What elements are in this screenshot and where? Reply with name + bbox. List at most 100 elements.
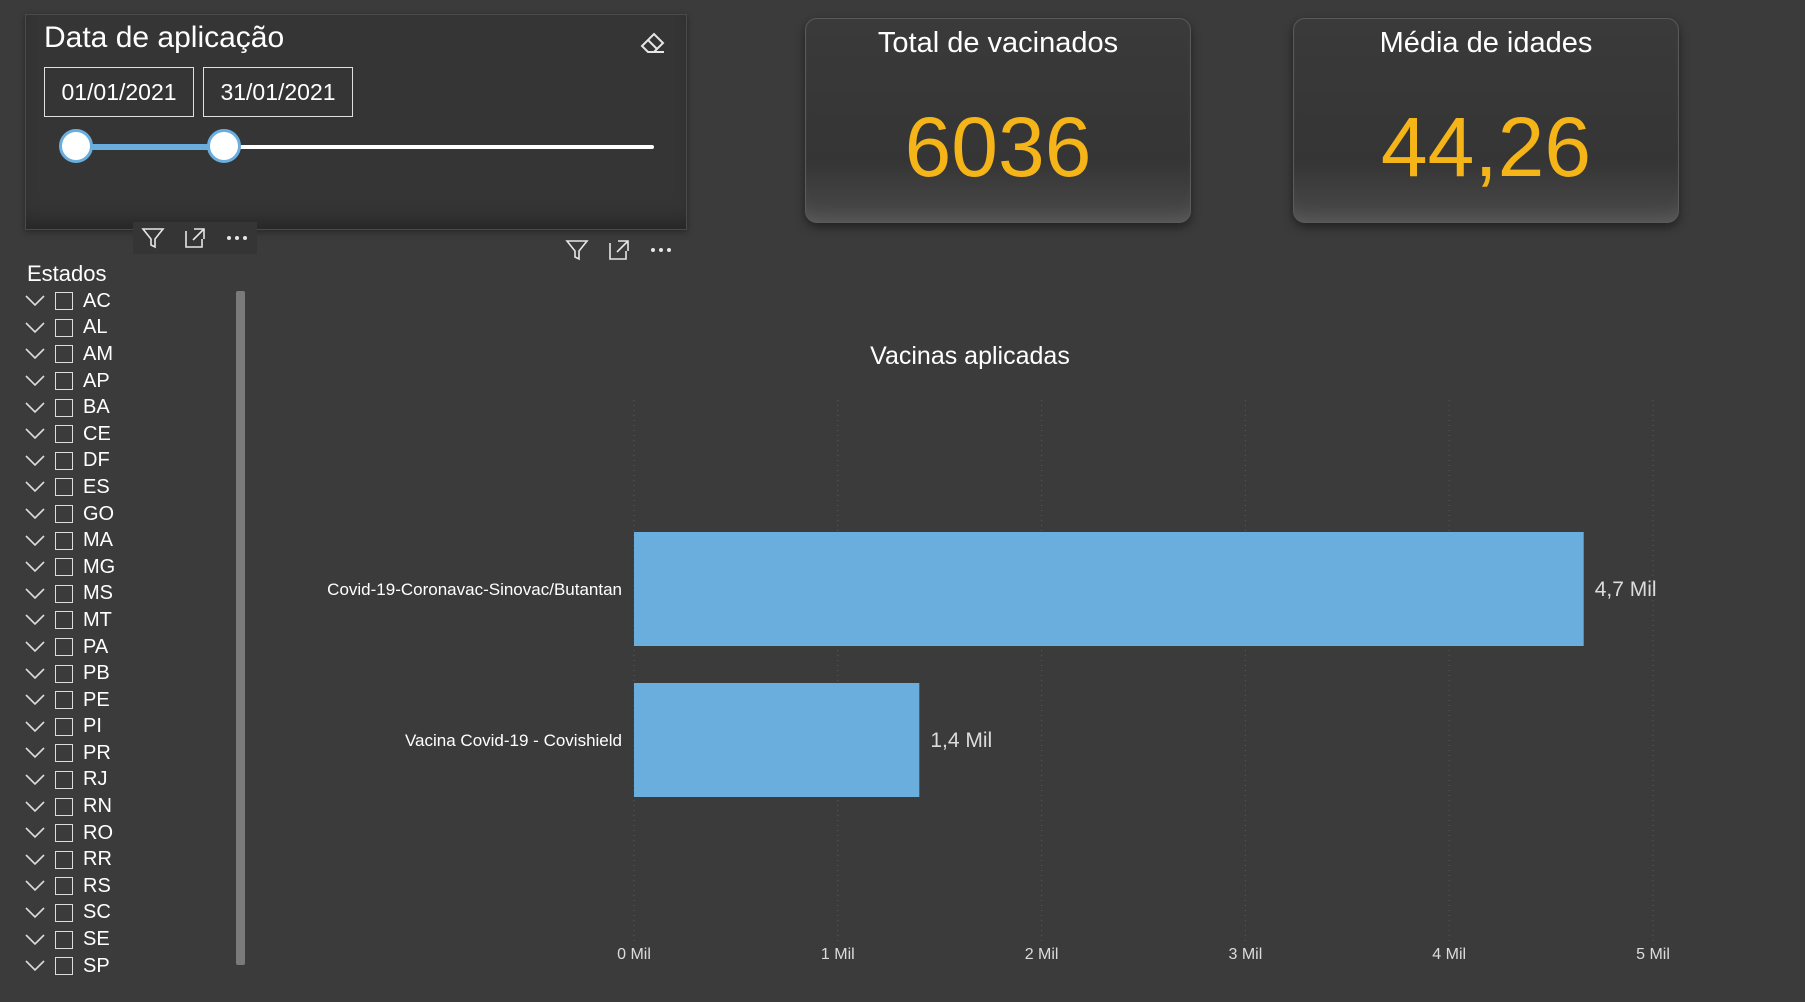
estado-checkbox[interactable] — [55, 930, 73, 949]
eraser-icon[interactable] — [638, 27, 668, 57]
estado-checkbox[interactable] — [55, 292, 73, 311]
estado-item-am[interactable]: AM — [24, 341, 229, 368]
filter-icon[interactable] — [563, 236, 591, 264]
bar[interactable] — [634, 532, 1584, 646]
estado-item-ap[interactable]: AP — [24, 368, 229, 395]
estado-checkbox[interactable] — [55, 398, 73, 417]
chevron-down-icon[interactable] — [24, 902, 46, 924]
estado-item-ro[interactable]: RO — [24, 820, 229, 847]
chevron-down-icon[interactable] — [24, 317, 46, 339]
estado-checkbox[interactable] — [55, 664, 73, 683]
estado-checkbox[interactable] — [55, 903, 73, 922]
estados-scrollbar[interactable] — [236, 291, 245, 965]
estado-item-rs[interactable]: RS — [24, 873, 229, 900]
data-label: 4,7 Mil — [1595, 578, 1657, 601]
estado-checkbox[interactable] — [55, 877, 73, 896]
slider-end-handle[interactable] — [207, 129, 242, 163]
chevron-down-icon[interactable] — [24, 423, 46, 445]
estado-item-rn[interactable]: RN — [24, 793, 229, 820]
chevron-down-icon[interactable] — [24, 663, 46, 685]
chevron-down-icon[interactable] — [24, 397, 46, 419]
focus-mode-icon[interactable] — [181, 224, 209, 252]
chevron-down-icon[interactable] — [24, 796, 46, 818]
estado-item-pi[interactable]: PI — [24, 714, 229, 741]
chevron-down-icon[interactable] — [24, 530, 46, 552]
estado-item-sc[interactable]: SC — [24, 900, 229, 927]
estado-item-pb[interactable]: PB — [24, 660, 229, 687]
estado-item-se[interactable]: SE — [24, 926, 229, 953]
estado-checkbox[interactable] — [55, 505, 73, 524]
estado-item-ac[interactable]: AC — [24, 288, 229, 315]
estado-checkbox[interactable] — [55, 478, 73, 497]
chevron-down-icon[interactable] — [24, 716, 46, 738]
estado-item-rr[interactable]: RR — [24, 846, 229, 873]
estado-label: AC — [83, 289, 111, 312]
chevron-down-icon[interactable] — [24, 583, 46, 605]
estado-item-sp[interactable]: SP — [24, 953, 229, 980]
slider-start-handle[interactable] — [59, 129, 93, 163]
slicer-visual-header — [133, 222, 257, 254]
estado-checkbox[interactable] — [55, 611, 73, 630]
estado-checkbox[interactable] — [55, 770, 73, 789]
chevron-down-icon[interactable] — [24, 636, 46, 658]
estado-item-mt[interactable]: MT — [24, 607, 229, 634]
focus-mode-icon[interactable] — [605, 236, 633, 264]
chevron-down-icon[interactable] — [24, 556, 46, 578]
chevron-down-icon[interactable] — [24, 609, 46, 631]
estado-item-ma[interactable]: MA — [24, 527, 229, 554]
chevron-down-icon[interactable] — [24, 955, 46, 977]
estado-item-ms[interactable]: MS — [24, 581, 229, 608]
more-options-icon[interactable] — [647, 236, 675, 264]
estado-item-al[interactable]: AL — [24, 315, 229, 342]
start-date-input[interactable]: 01/01/2021 — [44, 67, 194, 117]
estado-checkbox[interactable] — [55, 638, 73, 657]
estado-item-mg[interactable]: MG — [24, 554, 229, 581]
estado-item-pr[interactable]: PR — [24, 740, 229, 767]
chevron-down-icon[interactable] — [24, 929, 46, 951]
estado-checkbox[interactable] — [55, 850, 73, 869]
estado-item-pa[interactable]: PA — [24, 634, 229, 661]
estado-item-es[interactable]: ES — [24, 474, 229, 501]
estado-checkbox[interactable] — [55, 558, 73, 577]
chevron-down-icon[interactable] — [24, 450, 46, 472]
estado-checkbox[interactable] — [55, 531, 73, 550]
estado-checkbox[interactable] — [55, 824, 73, 843]
estado-label: PI — [83, 715, 102, 738]
end-date-input[interactable]: 31/01/2021 — [203, 67, 353, 117]
estado-checkbox[interactable] — [55, 318, 73, 337]
chevron-down-icon[interactable] — [24, 689, 46, 711]
estado-checkbox[interactable] — [55, 691, 73, 710]
estado-checkbox[interactable] — [55, 797, 73, 816]
chevron-down-icon[interactable] — [24, 875, 46, 897]
estado-item-ba[interactable]: BA — [24, 394, 229, 421]
bar[interactable] — [634, 683, 920, 797]
estado-item-ce[interactable]: CE — [24, 421, 229, 448]
estado-checkbox[interactable] — [55, 425, 73, 444]
estado-label: PA — [83, 635, 109, 658]
estado-item-rj[interactable]: RJ — [24, 767, 229, 794]
chevron-down-icon[interactable] — [24, 769, 46, 791]
estado-checkbox[interactable] — [55, 584, 73, 603]
more-options-icon[interactable] — [223, 224, 251, 252]
estado-item-df[interactable]: DF — [24, 448, 229, 475]
estado-item-pe[interactable]: PE — [24, 687, 229, 714]
estado-checkbox[interactable] — [55, 717, 73, 736]
estado-checkbox[interactable] — [55, 451, 73, 470]
chevron-down-icon[interactable] — [24, 476, 46, 498]
estado-label: MS — [83, 582, 113, 605]
estado-checkbox[interactable] — [55, 372, 73, 391]
chevron-down-icon[interactable] — [24, 849, 46, 871]
estado-checkbox[interactable] — [55, 744, 73, 763]
chevron-down-icon[interactable] — [24, 822, 46, 844]
chevron-down-icon[interactable] — [24, 370, 46, 392]
estado-label: RJ — [83, 768, 108, 791]
chevron-down-icon[interactable] — [24, 343, 46, 365]
estado-item-go[interactable]: GO — [24, 501, 229, 528]
estado-checkbox[interactable] — [55, 345, 73, 364]
chevron-down-icon[interactable] — [24, 503, 46, 525]
y-category-label: Vacina Covid-19 - Covishield — [405, 731, 622, 750]
filter-icon[interactable] — [139, 224, 167, 252]
chevron-down-icon[interactable] — [24, 290, 46, 312]
chevron-down-icon[interactable] — [24, 742, 46, 764]
estado-checkbox[interactable] — [55, 957, 73, 976]
